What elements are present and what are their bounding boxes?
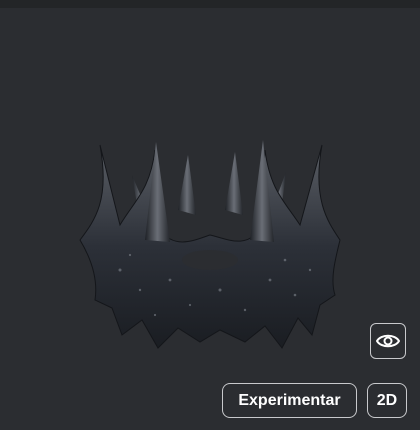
try-on-button[interactable]: Experimentar [222, 383, 357, 418]
toggle-visibility-button[interactable] [370, 323, 406, 359]
top-border [0, 0, 420, 8]
crown-image [79, 140, 341, 349]
crown-3d-model[interactable] [60, 130, 360, 360]
item-viewer[interactable]: Experimentar 2D [0, 0, 420, 430]
view-2d-button[interactable]: 2D [367, 383, 407, 418]
view-2d-label: 2D [376, 391, 398, 409]
try-on-label: Experimentar [238, 391, 341, 409]
viewer-controls: Experimentar 2D [222, 383, 407, 418]
eye-icon [376, 334, 400, 348]
